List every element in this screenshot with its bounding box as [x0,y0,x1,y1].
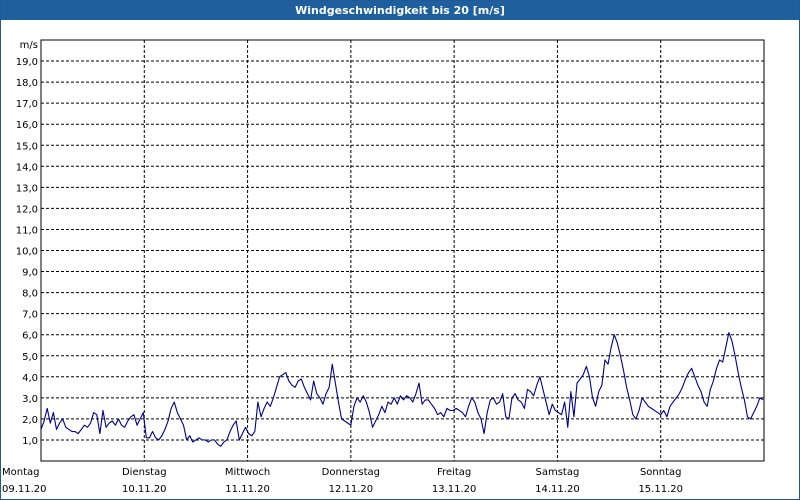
y-tick-label: 18,0 [16,78,38,89]
wind-speed-chart: 1,0 2,0 3,0 4,0 5,0 6,0 7,0 8,0 9,0 10,0 11,0 12,0 1… [2,39,765,495]
y-tick-label: 4,0 [22,373,38,384]
y-tick-label: 3,0 [22,394,38,405]
x-tick-date: 15.11.20 [638,484,683,495]
x-tick-day: Samstag [536,467,580,478]
x-tick-day: Sonntag [640,467,682,478]
y-tick-label: 10,0 [16,247,38,258]
x-tick-day: Montag [2,467,39,478]
chart-window: Windgeschwindigkeit bis 20 [m/s] 1,0 2,0 3… [0,0,800,500]
y-tick-label: 2,0 [22,415,38,426]
y-tick-label: 9,0 [22,268,38,279]
y-tick-label: 6,0 [22,331,38,342]
y-tick-label: 17,0 [16,99,38,110]
y-tick-label: 1,0 [22,436,38,447]
y-tick-label: 19,0 [16,57,38,68]
y-tick-label: 5,0 [22,352,38,363]
x-tick-day: Donnerstag [322,467,380,478]
y-tick-label: 12,0 [16,204,38,215]
x-tick-day: Mittwoch [225,467,270,478]
chart-title: Windgeschwindigkeit bis 20 [m/s] [1,1,799,20]
x-tick-day: Freitag [437,467,471,478]
y-tick-label: 13,0 [16,183,38,194]
y-tick-label: 11,0 [16,225,38,236]
y-tick-label: 15,0 [16,141,38,152]
x-tick-date: 13.11.20 [432,484,477,495]
x-tick-day: Dienstag [122,467,167,478]
x-tick-date: 09.11.20 [2,484,47,495]
y-tick-label: 7,0 [22,310,38,321]
y-tick-label: 14,0 [16,162,38,173]
x-tick-date: 12.11.20 [329,484,374,495]
x-tick-date: 14.11.20 [535,484,580,495]
x-tick-date: 10.11.20 [122,484,167,495]
x-tick-date: 11.11.20 [225,484,270,495]
y-axis-label: m/s [20,40,38,51]
y-tick-label: 8,0 [22,289,38,300]
y-tick-label: 16,0 [16,120,38,131]
